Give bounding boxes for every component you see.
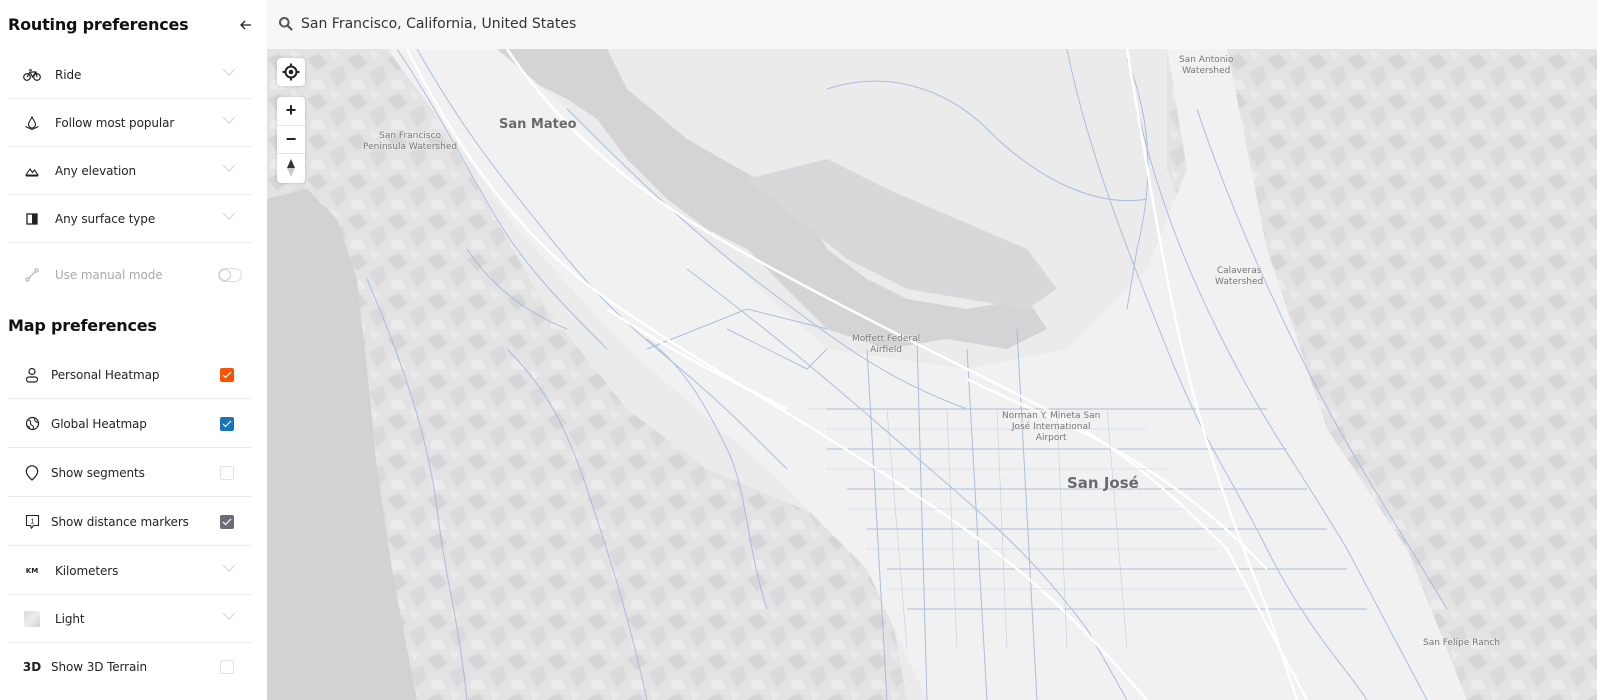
search-input[interactable] [301,13,1201,35]
map-label-san-antonio: San Antonio Watershed [1179,55,1234,76]
map-base-layer [267,49,1597,700]
popularity-label: Follow most popular [55,115,175,130]
arrow-left-icon [240,20,251,30]
manual-mode-toggle[interactable] [218,268,242,282]
chevron-down-icon [222,212,236,226]
map-style-label: Light [55,611,85,626]
elevation-dropdown[interactable]: Any elevation [8,147,252,195]
manual-route-icon [22,265,42,285]
show-segments-checkbox[interactable] [220,465,234,480]
distance-markers-label: Show distance markers [51,514,189,529]
globe-icon [22,414,42,434]
map-label-sjc-airport: Norman Y. Mineta San José International … [1002,411,1101,443]
manual-mode-row: Use manual mode [8,251,252,299]
distance-marker-icon: 1 [22,512,42,532]
show-segments-label: Show segments [51,465,145,480]
chevron-down-icon [222,116,236,130]
ride-dropdown[interactable]: Ride [8,51,252,99]
chevron-down-icon [222,564,236,578]
surface-dropdown[interactable]: Any surface type [8,195,252,243]
distance-markers-row[interactable]: 1 Show distance markers [8,498,252,546]
map-style-dropdown[interactable]: Light [8,595,252,643]
person-icon [22,365,42,385]
elevation-label: Any elevation [55,163,136,178]
popularity-icon [22,113,42,133]
search-bar [267,0,1597,49]
app-root: Routing preferences Ride Follow most pop… [0,0,1597,700]
svg-text:1: 1 [30,518,34,525]
bike-icon [22,65,42,85]
toggle-knob [219,269,231,281]
compass-icon [287,159,295,178]
manual-mode-label: Use manual mode [55,268,163,282]
ride-label: Ride [55,67,82,82]
elevation-icon [22,161,42,181]
sidebar: Routing preferences Ride Follow most pop… [0,0,267,700]
popularity-dropdown[interactable]: Follow most popular [8,99,252,147]
zoom-out-button[interactable]: − [277,126,305,155]
global-heatmap-checkbox[interactable] [220,416,234,431]
segment-pin-icon [22,463,42,483]
compass-button[interactable] [277,154,305,183]
show-segments-row[interactable]: Show segments [8,449,252,497]
map-label-san-jose: San José [1067,474,1139,492]
locate-icon [282,63,300,81]
chevron-down-icon [222,164,236,178]
global-heatmap-row[interactable]: Global Heatmap [8,400,252,448]
units-dropdown[interactable]: KM Kilometers [8,547,252,595]
map-preferences-title: Map preferences [8,316,157,335]
chevron-down-icon [222,612,236,626]
collapse-sidebar-button[interactable] [236,15,256,35]
units-label: Kilometers [55,563,119,578]
map-style-thumbnail-icon [22,609,42,629]
map-label-san-felipe: San Felipe Ranch [1423,638,1501,648]
chevron-down-icon [222,68,236,82]
map-label-calaveras: Calaveras Watershed [1215,266,1264,287]
zoom-controls: + − [277,97,305,183]
3d-terrain-row[interactable]: 3D Show 3D Terrain [8,643,252,691]
3d-terrain-checkbox[interactable] [220,660,234,674]
map-label-san-mateo: San Mateo [499,117,577,132]
personal-heatmap-checkbox[interactable] [220,367,234,382]
km-icon: KM [25,566,39,575]
personal-heatmap-label: Personal Heatmap [51,367,160,382]
locate-button[interactable] [277,58,305,86]
routing-preferences-title: Routing preferences [8,15,189,34]
distance-markers-checkbox[interactable] [220,514,234,529]
3d-icon: 3D [22,660,42,674]
3d-terrain-label: Show 3D Terrain [51,660,148,674]
global-heatmap-label: Global Heatmap [51,416,147,431]
search-icon [279,17,293,31]
surface-icon [22,209,42,229]
personal-heatmap-row[interactable]: Personal Heatmap [8,351,252,399]
zoom-in-button[interactable]: + [277,97,305,126]
surface-label: Any surface type [55,211,156,226]
map-label-moffett: Moffett Federal Airfield [852,334,921,355]
map-label-sf-watershed: San Francisco Peninsula Watershed [363,131,458,152]
map-canvas[interactable]: San Mateo San Francisco Peninsula Waters… [267,49,1597,700]
